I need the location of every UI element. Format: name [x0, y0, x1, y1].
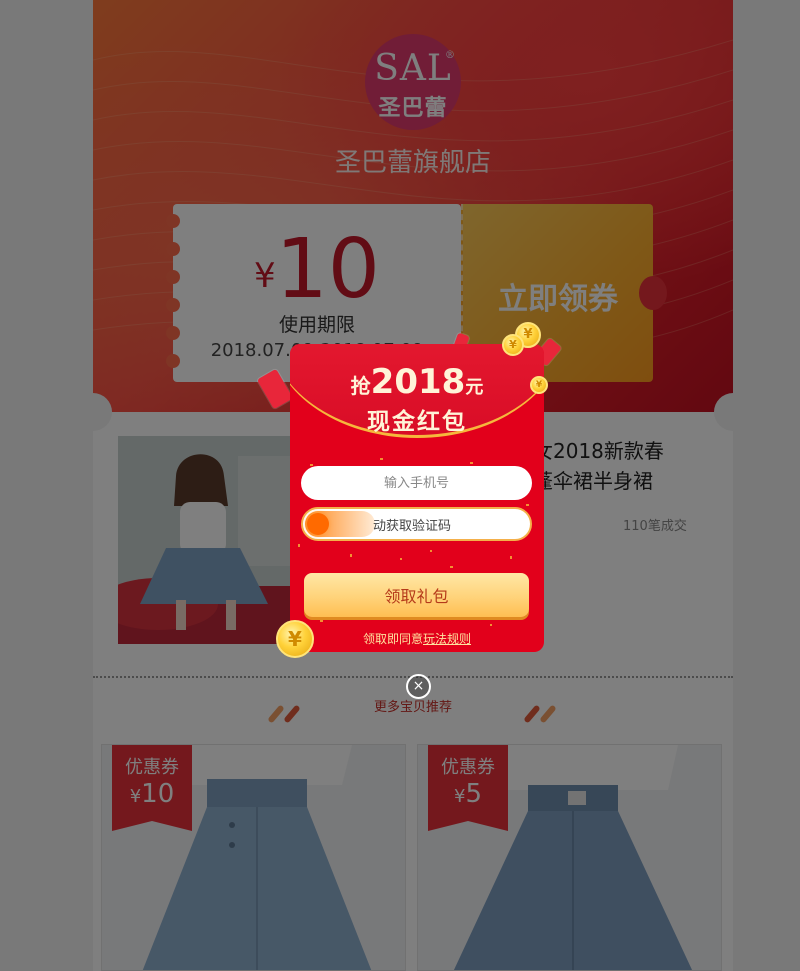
coin-symbol: ¥	[535, 380, 543, 390]
slider-label: 动获取验证码	[373, 519, 452, 534]
gold-coin-icon: ¥	[276, 620, 314, 658]
close-icon[interactable]: ×	[406, 674, 431, 699]
verify-slider[interactable]: 动获取验证码	[301, 507, 532, 541]
rules-link[interactable]: 玩法规则	[423, 632, 471, 646]
modal-title: 抢2018元	[290, 362, 544, 402]
modal-title-prefix: 抢	[350, 374, 371, 398]
claim-gift-button[interactable]: 领取礼包	[304, 573, 529, 617]
red-packet-modal: 抢2018元 现金红包 动获取验证码 领取礼包 领取即同意玩法规则	[290, 344, 544, 652]
modal-title-suffix: 元	[465, 377, 484, 398]
modal-heading: 抢2018元 现金红包	[290, 344, 544, 438]
coin-symbol: ¥	[509, 338, 517, 351]
modal-title-year: 2018	[370, 362, 466, 402]
rules-prefix: 领取即同意	[362, 632, 423, 646]
gold-coin-icon: ¥	[502, 334, 524, 356]
slider-handle[interactable]	[307, 513, 329, 535]
coin-symbol: ¥	[523, 327, 533, 342]
coin-symbol: ¥	[288, 627, 302, 651]
phone-input[interactable]	[301, 466, 532, 500]
modal-subtitle: 现金红包	[367, 409, 467, 435]
modal-header-arc: 抢2018元 现金红包	[290, 344, 544, 438]
gold-coin-icon: ¥	[530, 376, 548, 394]
rules-text: 领取即同意玩法规则	[290, 630, 544, 647]
